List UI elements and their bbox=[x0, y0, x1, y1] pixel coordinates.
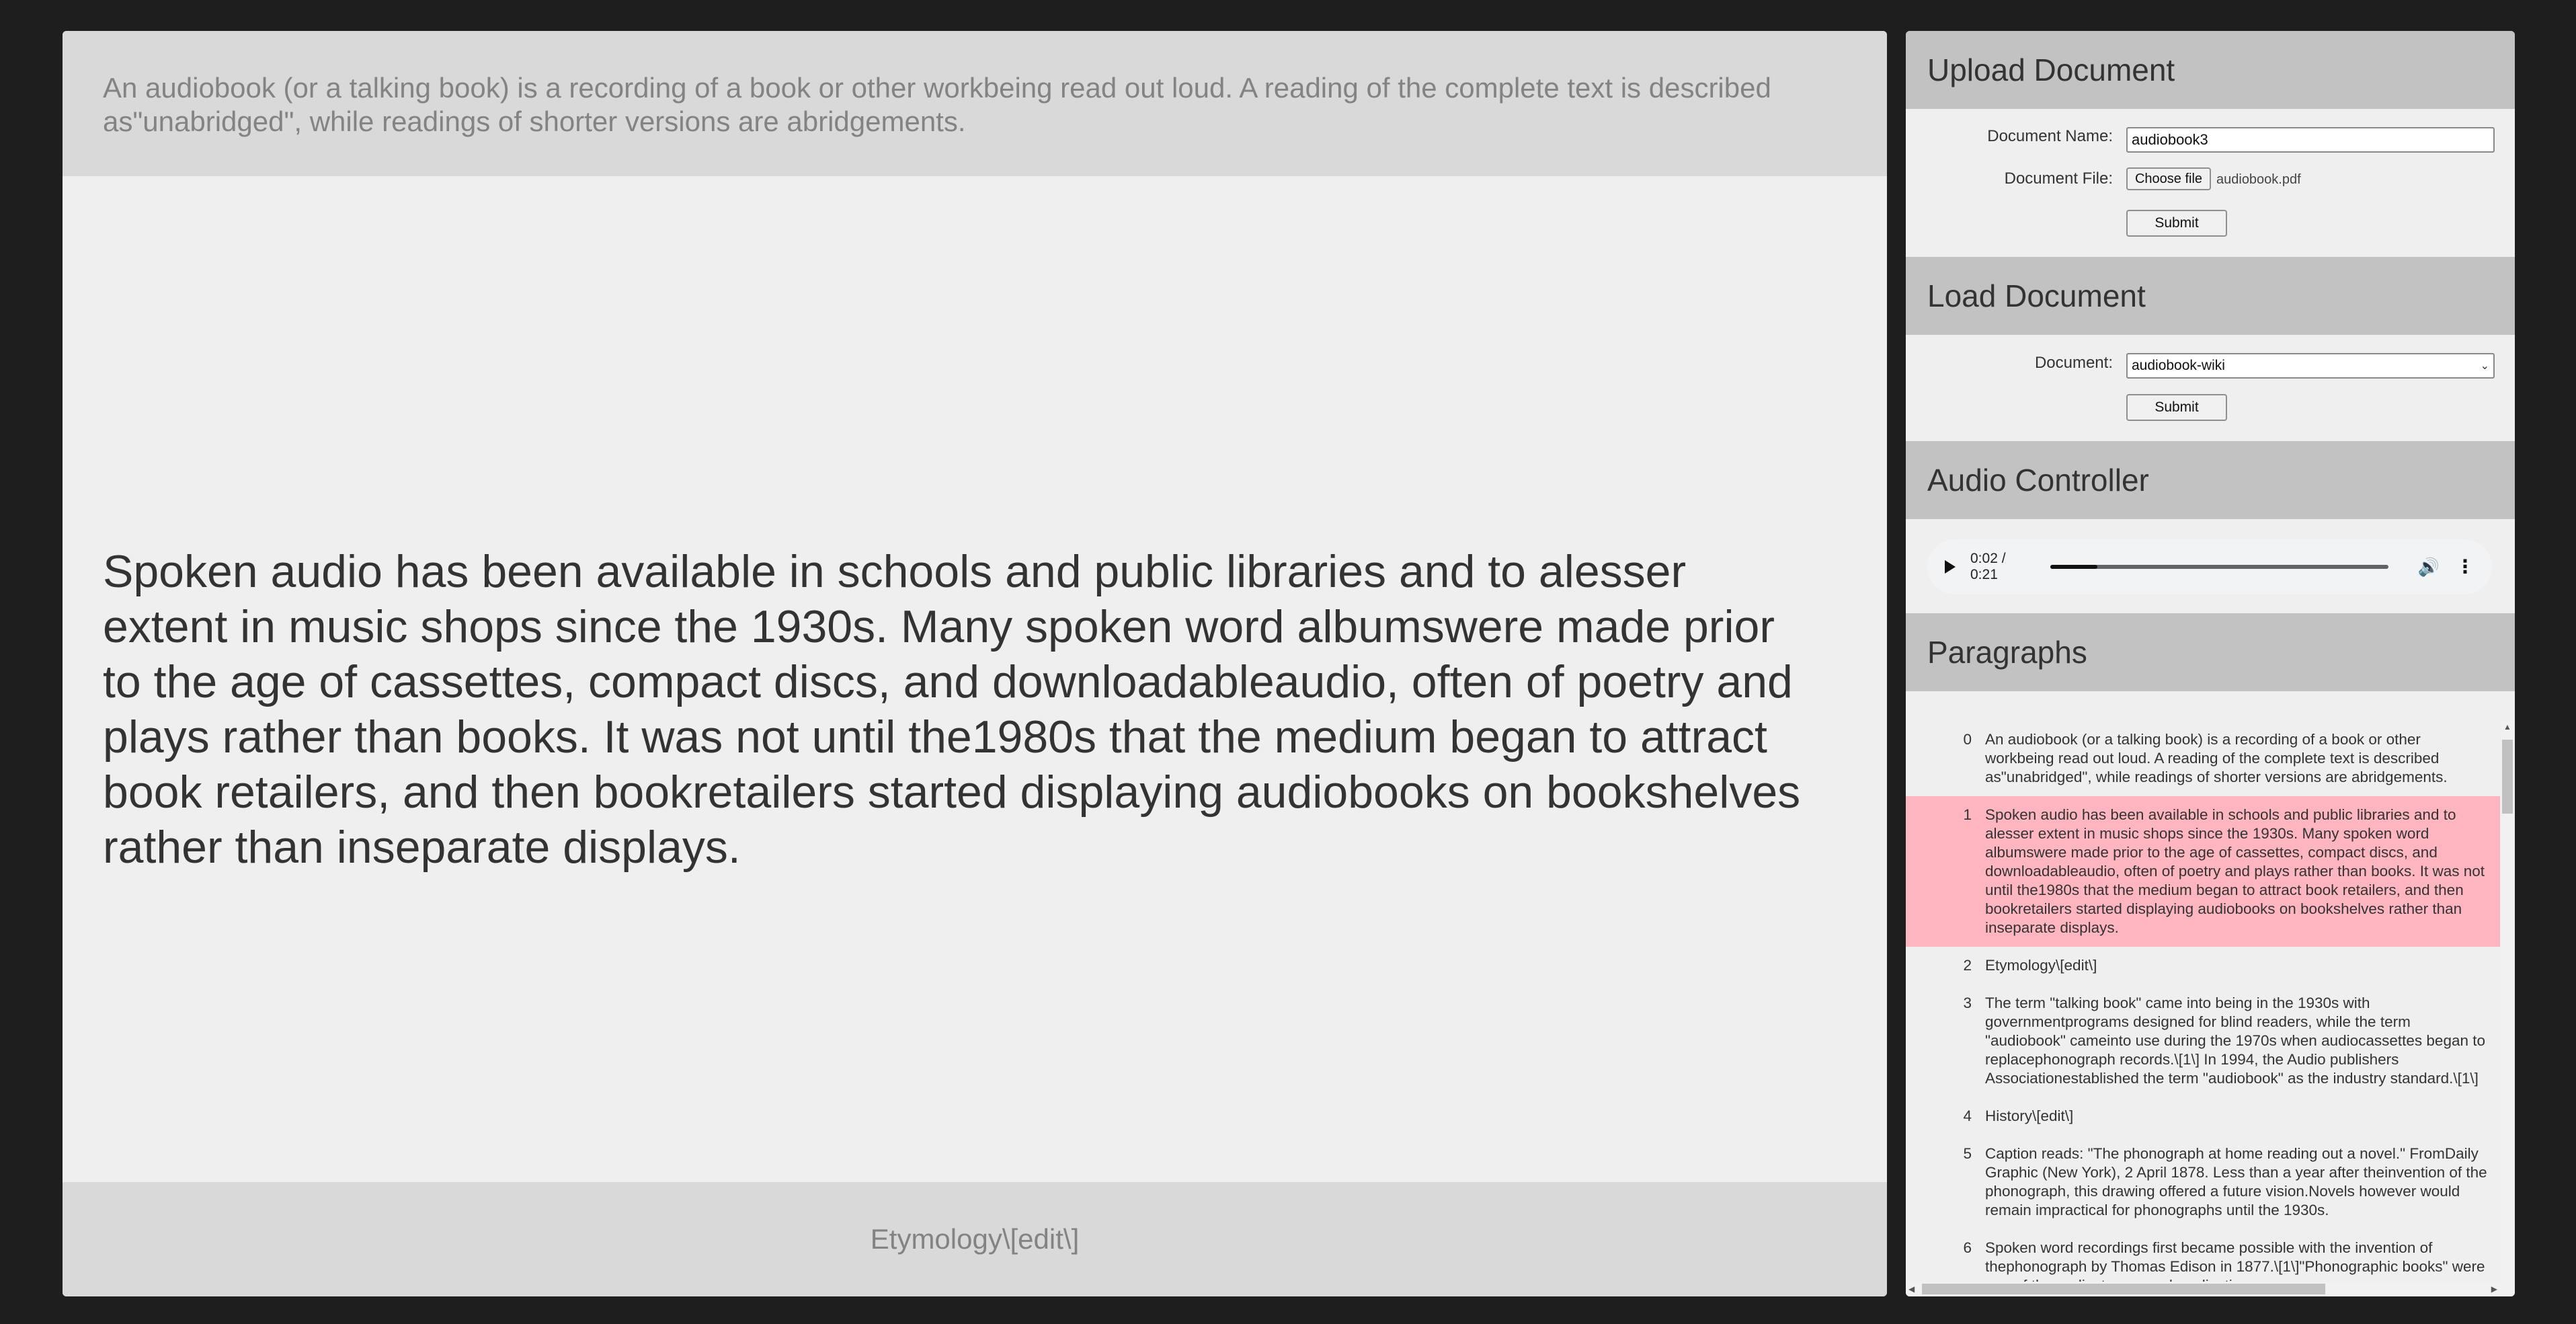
paragraph-item-0[interactable]: 0 An audiobook (or a talking book) is a … bbox=[1906, 721, 2500, 796]
paragraph-number: 4 bbox=[1963, 1107, 1972, 1124]
paragraph-text: Spoken audio has been available in schoo… bbox=[1985, 806, 2485, 936]
document-select-value: audiobook-wiki bbox=[2132, 358, 2225, 373]
audio-time: 0:02 / 0:21 bbox=[1970, 551, 2006, 582]
paragraph-number: 2 bbox=[1963, 957, 1972, 974]
scroll-right-icon[interactable]: ▶ bbox=[2491, 1282, 2497, 1296]
document-select[interactable]: audiobook-wiki ⌄ bbox=[2126, 353, 2495, 379]
paragraph-item-4[interactable]: 4 History\[edit\] bbox=[1906, 1097, 2500, 1135]
scroll-left-icon[interactable]: ◀ bbox=[1908, 1282, 1915, 1296]
document-file-label: Document File: bbox=[2004, 169, 2113, 188]
paragraph-item-5[interactable]: 5 Caption reads: "The phonograph at home… bbox=[1906, 1135, 2500, 1229]
chevron-down-icon: ⌄ bbox=[2480, 360, 2489, 372]
next-paragraph: Etymology\[edit\] bbox=[63, 1182, 1887, 1296]
audio-player: 0:02 / 0:21 🔊 ⋮ bbox=[1927, 539, 2492, 594]
paragraph-text: History\[edit\] bbox=[1985, 1107, 2074, 1124]
paragraph-item-2[interactable]: 2 Etymology\[edit\] bbox=[1906, 947, 2500, 984]
selected-file-name: audiobook.pdf bbox=[2216, 172, 2301, 187]
paragraph-text: The term "talking book" came into being … bbox=[1985, 995, 2485, 1087]
paragraph-number: 0 bbox=[1963, 731, 1972, 748]
paragraph-text: An audiobook (or a talking book) is a re… bbox=[1985, 731, 2448, 785]
paragraph-text: Caption reads: "The phonograph at home r… bbox=[1985, 1145, 2487, 1218]
load-section-title: Load Document bbox=[1906, 257, 2515, 335]
paragraph-number: 1 bbox=[1963, 806, 1972, 823]
paragraph-number: 3 bbox=[1963, 995, 1972, 1011]
current-paragraph: Spoken audio has been available in schoo… bbox=[103, 546, 1801, 873]
vertical-scrollbar[interactable]: ▲ ▼ bbox=[2500, 721, 2515, 1296]
paragraph-item-1[interactable]: 1 Spoken audio has been available in sch… bbox=[1906, 796, 2500, 947]
document-name-input[interactable] bbox=[2126, 127, 2495, 153]
vertical-scroll-thumb[interactable] bbox=[2502, 740, 2513, 814]
paragraphs-section-title: Paragraphs bbox=[1906, 613, 2515, 691]
more-options-icon[interactable]: ⋮ bbox=[2456, 557, 2474, 576]
choose-file-button[interactable]: Choose file bbox=[2126, 167, 2211, 190]
paragraph-item-3[interactable]: 3 The term "talking book" came into bein… bbox=[1906, 984, 2500, 1097]
previous-paragraph: An audiobook (or a talking book) is a re… bbox=[63, 31, 1887, 176]
audio-section-title: Audio Controller bbox=[1906, 441, 2515, 519]
reader-panel: An audiobook (or a talking book) is a re… bbox=[63, 31, 1887, 1296]
volume-icon[interactable]: 🔊 bbox=[2418, 558, 2440, 576]
horizontal-scrollbar[interactable]: ◀ ▶ bbox=[1906, 1282, 2500, 1296]
upload-section-title: Upload Document bbox=[1906, 31, 2515, 109]
audio-progress-bar[interactable] bbox=[2050, 565, 2388, 569]
sidebar: Upload Document Document Name: Document … bbox=[1906, 31, 2515, 1296]
scroll-up-icon[interactable]: ▲ bbox=[2500, 722, 2515, 732]
paragraph-number: 5 bbox=[1963, 1145, 1972, 1162]
paragraph-list[interactable]: 0 An audiobook (or a talking book) is a … bbox=[1906, 721, 2500, 1296]
load-submit-button[interactable]: Submit bbox=[2126, 394, 2227, 421]
document-name-label: Document Name: bbox=[1987, 127, 2113, 145]
play-icon[interactable] bbox=[1945, 560, 1956, 574]
paragraph-text: Etymology\[edit\] bbox=[1985, 957, 2097, 974]
horizontal-scroll-thumb[interactable] bbox=[1922, 1284, 2325, 1294]
audio-progress-fill bbox=[2050, 565, 2098, 569]
document-select-label: Document: bbox=[2034, 354, 2113, 372]
upload-submit-button[interactable]: Submit bbox=[2126, 210, 2227, 237]
